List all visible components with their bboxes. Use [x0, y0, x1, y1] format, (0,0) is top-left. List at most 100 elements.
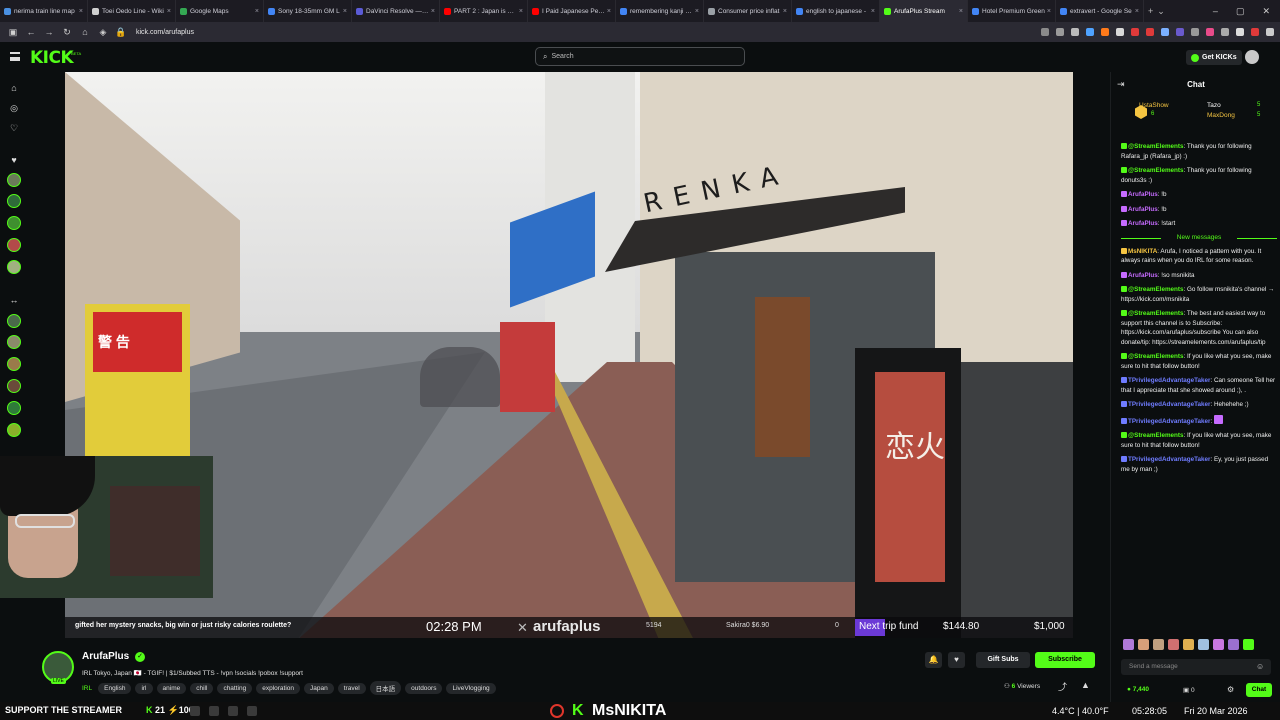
taskbar-app-icon[interactable]	[190, 706, 200, 716]
extension-icon[interactable]	[1236, 28, 1244, 36]
taskbar-app-icon[interactable]	[228, 706, 238, 716]
notification-bell-button[interactable]: 🔔	[925, 652, 942, 668]
browser-tab[interactable]: ArufaPlus Stream ×	[880, 0, 968, 22]
forward-icon[interactable]: →	[42, 27, 56, 37]
chat-message-input[interactable]: Send a message	[1121, 659, 1271, 675]
stream-tag[interactable]: exploration	[256, 682, 301, 694]
menu-icon[interactable]	[1266, 28, 1274, 36]
browse-icon[interactable]: ◎	[8, 102, 20, 114]
emote-icon[interactable]	[1198, 639, 1209, 650]
user-avatar[interactable]	[1245, 50, 1259, 64]
new-tab-icon[interactable]: +	[1148, 6, 1153, 16]
emote-icon[interactable]	[1243, 639, 1254, 650]
emote-icon[interactable]	[1228, 639, 1239, 650]
extension-icon[interactable]	[1161, 28, 1169, 36]
stream-category[interactable]: IRL	[82, 685, 92, 692]
chat-username[interactable]: TPrivilegedAdvantageTaker	[1128, 401, 1210, 408]
browser-tab[interactable]: Hotel Premium Green ×	[968, 0, 1056, 22]
extension-icon[interactable]	[1206, 28, 1214, 36]
stream-tag[interactable]: Japan	[304, 682, 334, 694]
home-icon[interactable]: ⌂	[78, 27, 92, 37]
recommended-channel-avatar[interactable]	[7, 335, 21, 349]
video-player[interactable]: RENKA 恋火 警 告	[65, 72, 1073, 638]
recommended-channel-avatar[interactable]	[7, 357, 21, 371]
followed-channel-avatar[interactable]	[7, 238, 21, 252]
kicks-balance[interactable]: ● 7,440	[1127, 686, 1149, 693]
emote-icon[interactable]	[1168, 639, 1179, 650]
taskbar-app-icon[interactable]	[209, 706, 219, 716]
share-icon[interactable]: ⤴	[1058, 680, 1067, 693]
home-icon[interactable]: ⌂	[8, 82, 20, 94]
tab-close-icon[interactable]: ×	[343, 8, 347, 15]
stream-tag[interactable]: English	[98, 682, 132, 694]
browser-tab[interactable]: remembering kanji - C ×	[616, 0, 704, 22]
extension-icon[interactable]	[1221, 28, 1229, 36]
maximize-icon[interactable]: ▢	[1236, 6, 1245, 17]
stream-tag[interactable]: outdoors	[405, 682, 443, 694]
reload-icon[interactable]: ↻	[60, 27, 74, 38]
tab-close-icon[interactable]: ×	[167, 8, 171, 15]
report-icon[interactable]: ▲	[1081, 680, 1090, 690]
chat-username[interactable]: @StreamElements	[1128, 432, 1184, 439]
tab-list-chevron-icon[interactable]: ⌄	[1157, 6, 1165, 17]
chat-send-button[interactable]: Chat	[1246, 683, 1272, 697]
extension-icon[interactable]	[1116, 28, 1124, 36]
emote-icon[interactable]	[1213, 639, 1224, 650]
browser-tab[interactable]: Google Maps ×	[176, 0, 264, 22]
chat-username[interactable]: ArufaPlus	[1128, 220, 1158, 227]
extension-icon[interactable]	[1251, 28, 1259, 36]
tab-close-icon[interactable]: ×	[255, 8, 259, 15]
subscribe-button[interactable]: Subscribe	[1035, 652, 1095, 668]
browser-tab[interactable]: Consumer price inflat ×	[704, 0, 792, 22]
emote-icon[interactable]	[1123, 639, 1134, 650]
chat-username[interactable]: TPrivilegedAdvantageTaker	[1128, 377, 1210, 384]
chat-username[interactable]: ArufaPlus	[1128, 191, 1158, 198]
chat-username[interactable]: @StreamElements	[1128, 143, 1184, 150]
followed-channel-avatar[interactable]	[7, 216, 21, 230]
extension-icon[interactable]	[1146, 28, 1154, 36]
top-gifter-name[interactable]: MaxDong	[1207, 112, 1235, 119]
emoji-picker-icon[interactable]: ☺	[1256, 662, 1264, 671]
search-input[interactable]: ⌕ Search	[535, 47, 745, 66]
emote-icon[interactable]	[1153, 639, 1164, 650]
tab-close-icon[interactable]: ×	[1135, 8, 1139, 15]
extension-icon[interactable]	[1191, 28, 1199, 36]
recommended-channel-avatar[interactable]	[7, 401, 21, 415]
browser-tab[interactable]: I Paid Japanese Peopl ×	[528, 0, 616, 22]
kick-logo[interactable]: KICK	[30, 48, 74, 68]
sidebar-toggle-icon[interactable]: ▣	[6, 27, 20, 38]
minimize-icon[interactable]: –	[1213, 6, 1218, 17]
recommended-channel-avatar[interactable]	[7, 314, 21, 328]
close-icon[interactable]: ✕	[1262, 6, 1270, 17]
stream-tag[interactable]: chatting	[217, 682, 253, 694]
recommended-channel-avatar[interactable]	[7, 379, 21, 393]
extension-icon[interactable]	[1086, 28, 1094, 36]
chat-username[interactable]: ArufaPlus	[1128, 206, 1158, 213]
browser-tab[interactable]: DaVinci Resolve — M ×	[352, 0, 440, 22]
emote-icon[interactable]	[1138, 639, 1149, 650]
browser-tab[interactable]: Toei Ōedo Line - Wiki ×	[88, 0, 176, 22]
follow-heart-button[interactable]: ♥	[948, 652, 965, 668]
tab-close-icon[interactable]: ×	[871, 8, 875, 15]
tab-close-icon[interactable]: ×	[1047, 8, 1051, 15]
tab-close-icon[interactable]: ×	[519, 8, 523, 15]
gift-count[interactable]: ▣ 0	[1183, 686, 1195, 694]
taskbar-app-icon[interactable]	[247, 706, 257, 716]
extension-icon[interactable]	[1176, 28, 1184, 36]
followed-channel-avatar[interactable]	[7, 260, 21, 274]
browser-tab[interactable]: Sony 18-35mm GM L ×	[264, 0, 352, 22]
chat-username[interactable]: TPrivilegedAdvantageTaker	[1128, 418, 1210, 425]
stream-tag[interactable]: irl	[135, 682, 153, 694]
hamburger-menu-icon[interactable]	[10, 52, 20, 61]
chat-username[interactable]: ArufaPlus	[1128, 272, 1158, 279]
get-kicks-button[interactable]: Get KICKs	[1186, 50, 1242, 65]
chat-settings-icon[interactable]: ⚙	[1227, 685, 1234, 694]
tab-close-icon[interactable]: ×	[959, 8, 963, 15]
chat-username[interactable]: @StreamElements	[1128, 353, 1184, 360]
emote-icon[interactable]	[1183, 639, 1194, 650]
stream-tag[interactable]: chill	[190, 682, 214, 694]
top-gifter-name[interactable]: UstaShow	[1139, 102, 1169, 109]
stream-tag[interactable]: travel	[337, 682, 366, 694]
tab-close-icon[interactable]: ×	[79, 8, 83, 15]
followed-channel-avatar[interactable]	[7, 194, 21, 208]
